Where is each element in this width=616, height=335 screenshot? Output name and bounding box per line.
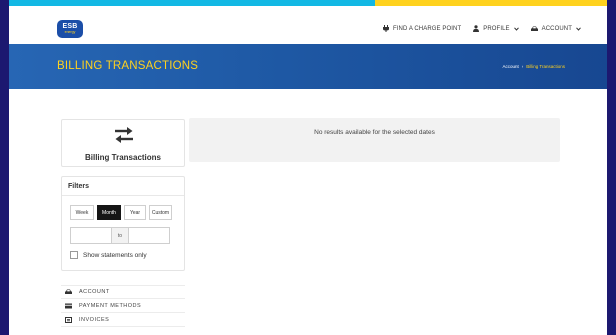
billing-transactions-card: Billing Transactions [61, 119, 185, 167]
period-custom-button[interactable]: Custom [149, 205, 172, 220]
find-charge-point-label: FIND A CHARGE POINT [393, 25, 462, 32]
chevron-down-icon [576, 26, 581, 31]
find-charge-point-link[interactable]: FIND A CHARGE POINT [383, 25, 461, 32]
menu-item-invoices[interactable]: INVOICES [61, 313, 185, 327]
page-banner: BILLING TRANSACTIONS Account › Billing T… [9, 44, 607, 89]
account-menu[interactable]: ACCOUNT [530, 25, 581, 32]
filters-title: Filters [68, 183, 90, 190]
profile-menu[interactable]: PROFILE [473, 25, 519, 32]
period-selector: Week Month Year Custom [70, 205, 172, 220]
results-panel: No results available for the selected da… [189, 118, 560, 162]
period-week-button[interactable]: Week [70, 205, 94, 220]
nav-links: FIND A CHARGE POINT PROFILE ACCOUNT [383, 25, 581, 32]
logo-subtext: energy [64, 30, 76, 34]
account-side-menu: ACCOUNT PAYMENT METHODS INVOICES [61, 285, 185, 327]
car-icon [530, 26, 538, 31]
filters-panel: Filters Week Month Year Custom to Show s… [61, 176, 185, 271]
date-from-input[interactable] [70, 227, 112, 244]
page-title: BILLING TRANSACTIONS [57, 60, 199, 72]
period-year-button[interactable]: Year [124, 205, 146, 220]
date-to-input[interactable] [128, 227, 170, 244]
menu-item-label: PAYMENT METHODS [79, 302, 142, 309]
period-month-button[interactable]: Month [97, 205, 121, 220]
date-to-label: to [112, 227, 128, 244]
date-range: to [70, 227, 170, 244]
invoice-icon [65, 316, 72, 323]
logo-text: ESB [62, 23, 78, 30]
profile-label: PROFILE [483, 25, 510, 32]
show-statements-checkbox[interactable] [70, 251, 78, 259]
menu-item-label: ACCOUNT [79, 289, 110, 295]
menu-item-payment-methods[interactable]: PAYMENT METHODS [61, 299, 185, 313]
no-results-message: No results available for the selected da… [314, 129, 435, 136]
car-icon [65, 289, 72, 294]
app-frame: ESB energy FIND A CHARGE POINT PROFILE A… [9, 0, 607, 335]
chevron-down-icon [513, 26, 519, 31]
esb-logo[interactable]: ESB energy [57, 20, 83, 38]
menu-item-label: INVOICES [79, 316, 110, 323]
breadcrumb: Account › Billing Transactions [502, 64, 565, 69]
transfer-arrows-icon [115, 127, 133, 143]
menu-item-account[interactable]: ACCOUNT [61, 285, 185, 299]
credit-card-icon [65, 303, 72, 308]
plug-icon [383, 25, 389, 32]
top-navbar: ESB energy FIND A CHARGE POINT PROFILE A… [9, 6, 607, 44]
breadcrumb-current: Billing Transactions [526, 64, 565, 69]
user-icon [473, 25, 480, 32]
filters-divider [62, 195, 184, 196]
show-statements-toggle[interactable]: Show statements only [70, 251, 147, 259]
show-statements-label: Show statements only [83, 251, 147, 259]
breadcrumb-account-link[interactable]: Account [502, 64, 518, 69]
card-title: Billing Transactions [84, 153, 161, 162]
breadcrumb-separator: › [521, 64, 524, 69]
account-label: ACCOUNT [541, 25, 572, 32]
